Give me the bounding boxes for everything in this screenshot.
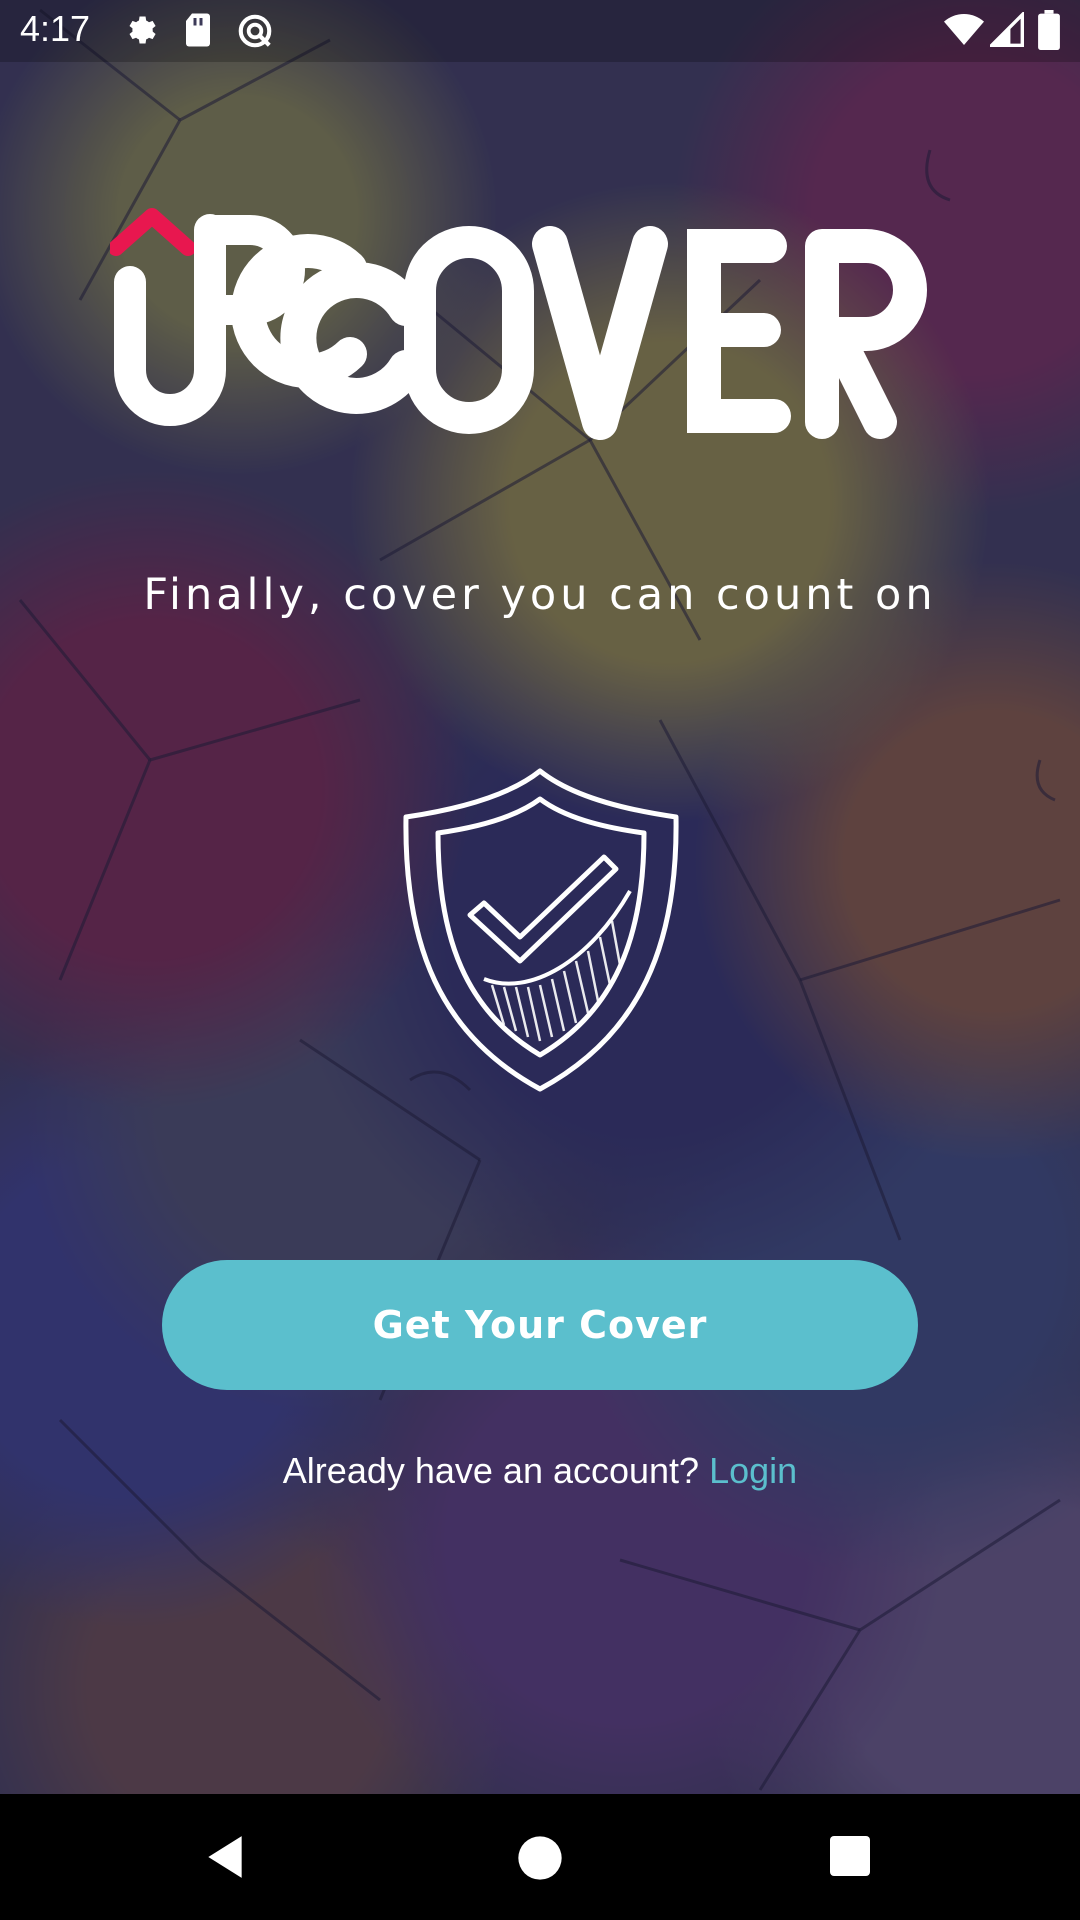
navigation-bar xyxy=(0,1794,1080,1920)
get-your-cover-button[interactable]: Get Your Cover xyxy=(162,1260,918,1390)
battery-icon xyxy=(1038,10,1060,50)
home-icon[interactable] xyxy=(514,1832,566,1884)
wifi-icon xyxy=(944,14,984,45)
shield-check-icon xyxy=(403,768,679,1092)
login-prompt-text: Already have an account? xyxy=(282,1450,700,1491)
tagline: Finally, cover you can count on xyxy=(143,570,937,620)
gear-icon xyxy=(129,16,156,44)
login-link[interactable]: Login xyxy=(709,1450,797,1491)
status-bar: 4:17 xyxy=(0,0,1080,62)
login-prompt-row: Already have an account? Login xyxy=(0,1450,1080,1492)
back-icon[interactable] xyxy=(200,1832,250,1882)
sd-card-icon xyxy=(186,13,210,47)
data-saver-icon xyxy=(238,14,272,48)
upcover-logo xyxy=(110,208,927,440)
recents-icon[interactable] xyxy=(826,1832,874,1880)
signal-icon xyxy=(990,12,1024,47)
status-time: 4:17 xyxy=(20,8,91,49)
